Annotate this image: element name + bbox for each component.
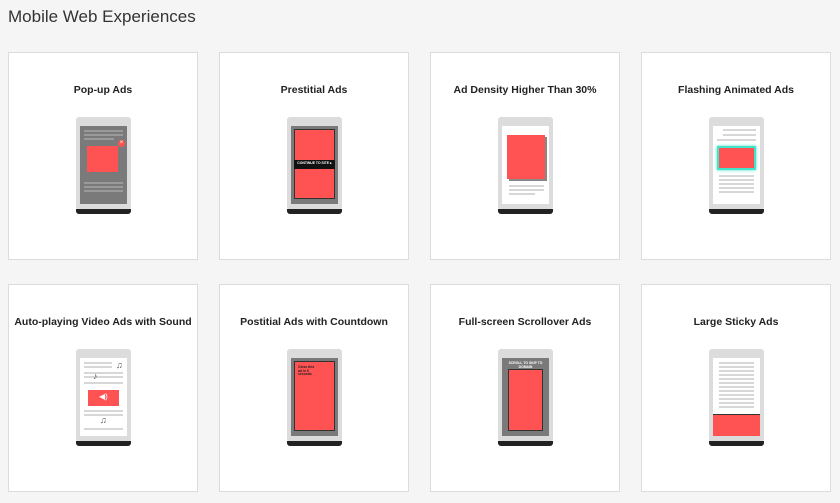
- card-title: Prestitial Ads: [280, 84, 348, 96]
- phone-illustration: [498, 117, 553, 214]
- music-note-icon: ♫: [116, 360, 123, 370]
- card-prestitial-ads[interactable]: Prestitial Ads CONTINUE TO SITE ▸: [219, 52, 409, 260]
- card-large-sticky-ads[interactable]: Large Sticky Ads: [641, 284, 831, 492]
- card-title: Large Sticky Ads: [693, 316, 779, 328]
- dense-ad: [507, 135, 545, 179]
- card-ad-density[interactable]: Ad Density Higher Than 30%: [430, 52, 620, 260]
- countdown-label: Close this ad in 5 seconds: [298, 365, 315, 377]
- card-postitial-countdown-ads[interactable]: Postitial Ads with Countdown Close this …: [219, 284, 409, 492]
- scrollover-ad: [508, 369, 543, 431]
- page-title: Mobile Web Experiences: [8, 7, 196, 26]
- phone-illustration: CONTINUE TO SITE ▸: [287, 117, 342, 214]
- continue-to-site-label: CONTINUE TO SITE ▸: [297, 161, 332, 165]
- phone-illustration: Close this ad in 5 seconds: [287, 349, 342, 446]
- card-title: Postitial Ads with Countdown: [240, 316, 388, 328]
- phone-illustration: ×: [76, 117, 131, 214]
- card-title: Pop-up Ads: [73, 84, 133, 96]
- card-fullscreen-scrollover-ads[interactable]: Full-screen Scrollover Ads SCROLL TO SKI…: [430, 284, 620, 492]
- card-title: Full-screen Scrollover Ads: [458, 316, 592, 328]
- phone-illustration: [709, 349, 764, 446]
- speaker-icon: ◀): [99, 392, 108, 401]
- phone-illustration: ♫ ♪ ◀) ♫: [76, 349, 131, 446]
- card-title: Ad Density Higher Than 30%: [453, 84, 597, 96]
- card-title: Auto-playing Video Ads with Sound: [14, 316, 192, 328]
- close-x-icon: ×: [118, 140, 125, 147]
- phone-illustration: [709, 117, 764, 214]
- phone-illustration: SCROLL TO SKIP TO DOMAIN: [498, 349, 553, 446]
- music-note-icon: ♫: [100, 415, 107, 425]
- sticky-ad: [713, 414, 760, 436]
- card-title: Flashing Animated Ads: [678, 84, 794, 96]
- card-flashing-animated-ads[interactable]: Flashing Animated Ads: [641, 52, 831, 260]
- popup-ad: [87, 146, 118, 172]
- card-autoplay-video-ads[interactable]: Auto-playing Video Ads with Sound ♫ ♪ ◀)…: [8, 284, 198, 492]
- card-popup-ads[interactable]: Pop-up Ads ×: [8, 52, 198, 260]
- music-note-icon: ♪: [93, 371, 98, 381]
- flashing-ad: [717, 146, 756, 170]
